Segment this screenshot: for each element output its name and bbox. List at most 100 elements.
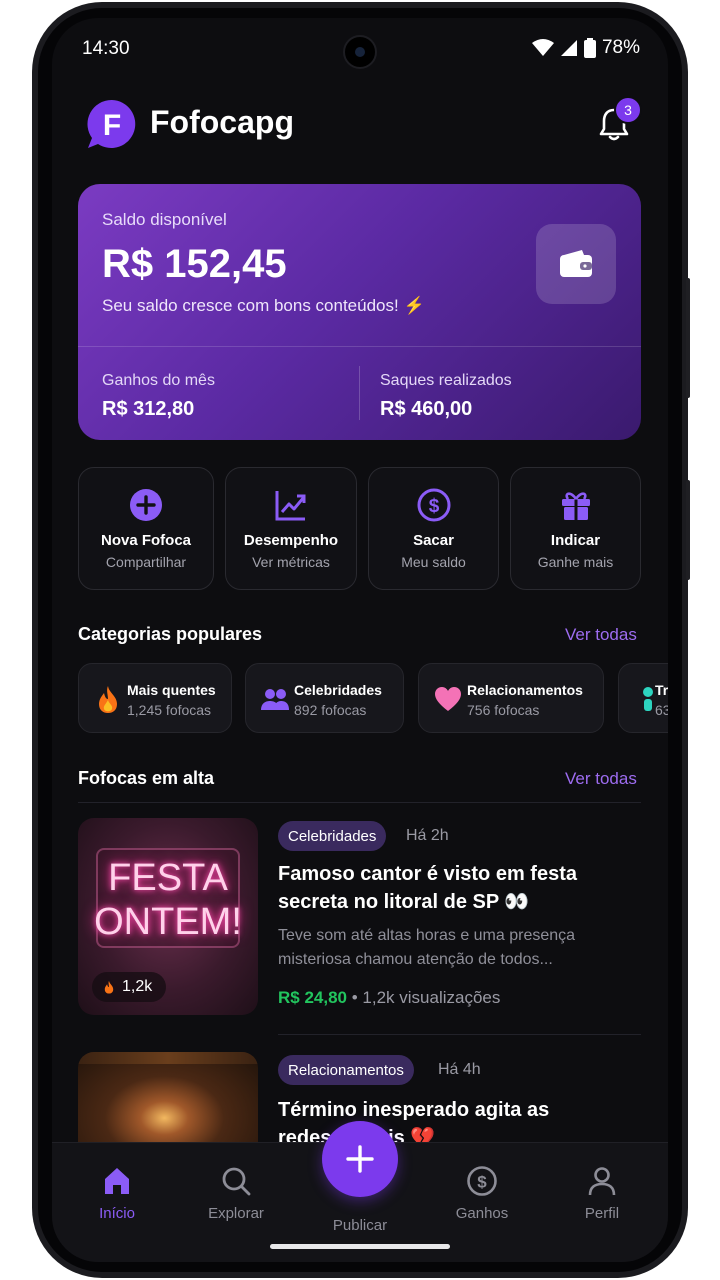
category-count: 756 fofocas: [467, 702, 540, 718]
user-icon: [588, 1167, 616, 1196]
news-desc-line: Teve som até altas horas e uma presença: [278, 927, 576, 944]
trending-see-all-link[interactable]: Ver todas: [565, 769, 637, 789]
category-count: 892 fofocas: [294, 702, 367, 718]
category-name: Tr: [655, 682, 668, 698]
home-icon: [105, 1168, 129, 1194]
svg-text:$: $: [428, 496, 439, 517]
nav-label: Início: [99, 1205, 135, 1222]
news-thumbnail: FESTA ONTEM! 1,2k: [78, 818, 258, 1015]
category-count: 63: [655, 702, 668, 718]
category-count: 1,245 fofocas: [127, 702, 212, 718]
app-header: F Fofocapg 3: [52, 94, 668, 154]
action-title: Nova Fofoca: [100, 532, 191, 549]
battery-icon: [583, 38, 596, 58]
category-chip-relationships[interactable]: Relacionamentos 756 fofocas: [418, 663, 604, 733]
news-views: • 1,2k visualizações: [351, 988, 501, 1007]
gift-icon: [561, 492, 590, 520]
categories-title: Categorias populares: [78, 624, 263, 644]
action-title: Desempenho: [243, 532, 339, 549]
section-divider: [78, 802, 641, 803]
news-divider: [278, 1034, 641, 1035]
publish-button[interactable]: [322, 1121, 398, 1197]
volume-button: [686, 480, 690, 580]
signal-icon: [560, 40, 577, 56]
nav-label: Ganhos: [455, 1205, 509, 1222]
action-subtitle: Ver métricas: [252, 554, 330, 570]
nav-label: Perfil: [584, 1205, 620, 1222]
categories-row: Mais quentes 1,245 fofocas Celebridades …: [78, 663, 668, 735]
nav-explore[interactable]: Explorar: [191, 1163, 281, 1222]
battery-percent: 78%: [601, 37, 640, 58]
notification-badge: 3: [614, 96, 642, 124]
wallet-button[interactable]: [536, 224, 616, 304]
plus-circle-icon: [130, 489, 162, 521]
withdrawals-label: Saques realizados: [380, 372, 512, 389]
power-button: [686, 278, 690, 398]
nav-label: Explorar: [208, 1205, 264, 1222]
news-desc-line: misteriosa chamou atenção de todos...: [278, 951, 553, 968]
news-tag[interactable]: Relacionamentos: [278, 1055, 414, 1085]
action-title: Indicar: [550, 532, 601, 549]
trending-title: Fofocas em alta: [78, 768, 215, 788]
fire-icon: [99, 686, 117, 713]
category-name: Celebridades: [294, 682, 382, 698]
search-icon: [222, 1167, 251, 1196]
nav-home[interactable]: Início: [72, 1163, 162, 1222]
news-item[interactable]: FESTA ONTEM! 1,2k Celebridades Há 2h Fam…: [52, 818, 668, 1018]
wifi-icon: [531, 39, 554, 56]
quick-actions: Nova Fofoca Compartilhar Desempenho Ver …: [78, 467, 641, 590]
likes-pill: 1,2k: [92, 972, 166, 1002]
neon-line-2: ONTEM!: [94, 901, 242, 943]
news-title-line: secreta no litoral de SP 👀: [278, 891, 530, 913]
card-vertical-divider: [359, 366, 360, 420]
heart-icon: [435, 687, 461, 711]
status-bar: 14:30 78%: [52, 18, 668, 78]
news-title: Famoso cantor é visto em festa secreta n…: [278, 860, 628, 916]
app-screen: 14:30 78% F Fofocapg 3 Saldo disponível …: [52, 18, 668, 1262]
balance-card[interactable]: Saldo disponível R$ 152,45 Seu saldo cre…: [78, 184, 641, 440]
action-title: Sacar: [413, 532, 454, 549]
news-description: Teve som até altas horas e uma presença …: [278, 924, 638, 972]
balance-label: Saldo disponível: [102, 210, 227, 229]
plus-icon: [346, 1145, 374, 1173]
nav-earnings[interactable]: $ Ganhos: [437, 1163, 527, 1222]
svg-text:$: $: [477, 1173, 487, 1192]
action-subtitle: Ganhe mais: [537, 554, 614, 570]
balance-subtitle: Seu saldo cresce com bons conteúdos! ⚡: [102, 296, 425, 315]
action-subtitle: Compartilhar: [105, 554, 187, 570]
neon-sign-text: FESTA ONTEM!: [78, 856, 258, 944]
app-name: Fofocapg: [150, 104, 294, 140]
action-performance[interactable]: Desempenho Ver métricas: [225, 467, 357, 590]
news-title-line: Famoso cantor é visto em festa: [278, 863, 577, 885]
news-title-line: Término inesperado agita as: [278, 1099, 550, 1121]
status-time: 14:30: [82, 38, 130, 59]
trending-chart-icon: [275, 491, 306, 521]
category-chip-hot[interactable]: Mais quentes 1,245 fofocas: [78, 663, 232, 733]
category-name: Mais quentes: [127, 682, 216, 698]
news-price: R$ 24,80: [278, 988, 347, 1007]
news-tag[interactable]: Celebridades: [278, 821, 387, 851]
fire-icon: [104, 980, 114, 994]
action-withdraw[interactable]: $ Sacar Meu saldo: [368, 467, 499, 590]
withdrawals-value: R$ 460,00: [380, 398, 473, 420]
publish-label: Publicar: [332, 1217, 388, 1234]
action-new-post[interactable]: Nova Fofoca Compartilhar: [78, 467, 214, 590]
nav-profile[interactable]: Perfil: [557, 1163, 647, 1222]
action-subtitle: Meu saldo: [401, 554, 466, 570]
category-chip-celebrities[interactable]: Celebridades 892 fofocas: [245, 663, 404, 733]
front-camera: [343, 35, 377, 69]
likes-count: 1,2k: [122, 978, 153, 995]
balance-value: R$ 152,45: [102, 242, 287, 286]
thumbnail-ceiling: [78, 1052, 258, 1064]
people-icon: [261, 689, 289, 710]
news-meta: R$ 24,80 • 1,2k visualizações: [278, 988, 500, 1008]
category-chip-partial[interactable]: Tr 63: [618, 663, 668, 733]
monthly-earnings-label: Ganhos do mês: [102, 372, 215, 389]
wallet-icon: [560, 250, 592, 277]
home-indicator[interactable]: [270, 1244, 450, 1249]
dollar-circle-icon: $: [417, 488, 450, 522]
action-refer[interactable]: Indicar Ganhe mais: [510, 467, 641, 590]
categories-see-all-link[interactable]: Ver todas: [565, 625, 637, 645]
category-name: Relacionamentos: [467, 682, 583, 698]
monthly-earnings-value: R$ 312,80: [102, 398, 195, 420]
